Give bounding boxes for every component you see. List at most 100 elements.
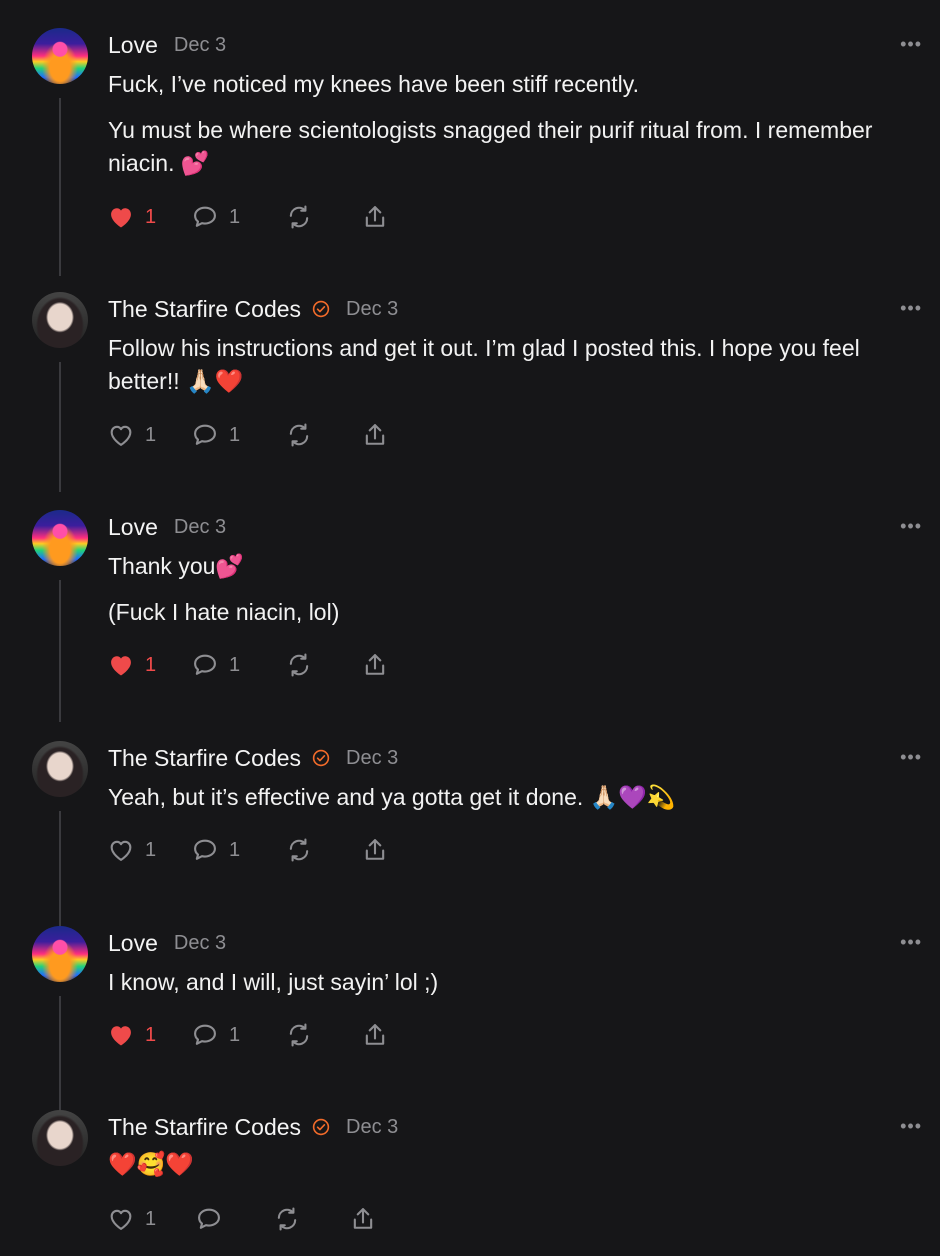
comment-icon <box>194 206 216 227</box>
author-name[interactable]: The Starfire Codes <box>108 1114 301 1141</box>
like-count: 1 <box>145 1207 157 1230</box>
reply-count: 1 <box>229 423 241 446</box>
avatar[interactable] <box>32 741 88 797</box>
comment-header: The Starfire Codes Dec 3 <box>108 1112 398 1142</box>
thread-line <box>59 580 61 722</box>
avatar[interactable] <box>32 1110 88 1166</box>
thread-line <box>59 811 61 939</box>
comment-text: Yeah, but it’s effective and ya gotta ge… <box>108 784 676 810</box>
like-button[interactable]: 1 <box>107 1020 156 1050</box>
reply-button[interactable]: 1 <box>191 420 240 450</box>
comment-date: Dec 3 <box>173 33 227 56</box>
comment-icon <box>198 1208 220 1229</box>
repost-icon <box>289 653 309 677</box>
share-button[interactable] <box>349 1204 377 1234</box>
comment-icon <box>194 1024 216 1045</box>
more-options-icon[interactable]: ••• <box>900 516 922 537</box>
avatar[interactable] <box>32 926 88 982</box>
share-button[interactable] <box>361 1020 389 1050</box>
like-count: 1 <box>145 838 157 861</box>
restack-button[interactable] <box>285 202 313 232</box>
share-button[interactable] <box>361 202 389 232</box>
more-options-icon[interactable]: ••• <box>900 932 922 953</box>
comment-body: Yeah, but it’s effective and ya gotta ge… <box>108 781 930 814</box>
comment-actions: 1 1 <box>107 420 507 450</box>
thread-line <box>59 98 61 276</box>
reply-count: 1 <box>229 838 241 861</box>
reply-button[interactable]: 1 <box>191 202 240 232</box>
like-button[interactable]: 1 <box>107 1204 156 1234</box>
restack-button[interactable] <box>285 420 313 450</box>
reply-button[interactable] <box>195 1204 223 1234</box>
more-options-icon[interactable]: ••• <box>900 747 922 768</box>
reply-button[interactable]: 1 <box>191 835 240 865</box>
like-button[interactable]: 1 <box>107 420 156 450</box>
heart-filled-icon <box>111 656 131 676</box>
author-name[interactable]: Love <box>108 930 158 957</box>
reply-button[interactable]: 1 <box>191 1020 240 1050</box>
avatar[interactable] <box>32 28 88 84</box>
comment-body: Thank you💕 (Fuck I hate niacin, lol) <box>108 550 930 629</box>
author-name[interactable]: The Starfire Codes <box>108 745 301 772</box>
heart-outline-icon <box>110 840 132 861</box>
comment-body: Follow his instructions and get it out. … <box>108 332 930 398</box>
comment-date: Dec 3 <box>346 746 399 769</box>
comment-body: I know, and I will, just sayin’ lol ;) <box>108 966 930 999</box>
share-icon <box>353 1208 373 1229</box>
comment-actions: 1 1 <box>107 650 507 680</box>
comment-text: (Fuck I hate niacin, lol) <box>108 599 340 625</box>
comment-date: Dec 3 <box>173 931 227 954</box>
repost-icon <box>277 1207 297 1231</box>
share-button[interactable] <box>361 650 389 680</box>
author-name[interactable]: Love <box>108 32 158 59</box>
like-count: 1 <box>145 205 157 228</box>
restack-button[interactable] <box>285 650 313 680</box>
comment-text: I know, and I will, just sayin’ lol ;) <box>108 969 439 995</box>
heart-outline-icon <box>110 425 132 446</box>
comment-body: ❤️🥰❤️ <box>108 1148 930 1181</box>
heart-filled-icon <box>111 208 131 228</box>
comment-body: Fuck, I’ve noticed my knees have been st… <box>108 68 930 180</box>
more-options-icon[interactable]: ••• <box>900 298 922 319</box>
restack-button[interactable] <box>285 835 313 865</box>
share-button[interactable] <box>361 835 389 865</box>
comment-thread: Love Dec 3 ••• Fuck, I’ve noticed my kne… <box>0 0 940 1256</box>
share-icon <box>365 654 385 675</box>
comment-actions: 1 1 <box>107 1020 507 1050</box>
comment-date: Dec 3 <box>346 297 399 320</box>
comment-actions: 1 <box>107 1204 507 1234</box>
share-icon <box>365 424 385 445</box>
comment-header: The Starfire Codes Dec 3 <box>108 294 398 324</box>
repost-icon <box>289 205 309 229</box>
like-button[interactable]: 1 <box>107 202 156 232</box>
more-options-icon[interactable]: ••• <box>900 1116 922 1137</box>
repost-icon <box>289 838 309 862</box>
comment-icon <box>194 424 216 445</box>
share-button[interactable] <box>361 420 389 450</box>
like-count: 1 <box>145 653 157 676</box>
comment-date: Dec 3 <box>173 515 227 538</box>
reply-count: 1 <box>229 205 241 228</box>
author-name[interactable]: The Starfire Codes <box>108 296 301 323</box>
share-icon <box>365 1024 385 1045</box>
share-icon <box>365 206 385 227</box>
repost-icon <box>289 1023 309 1047</box>
avatar[interactable] <box>32 292 88 348</box>
more-options-icon[interactable]: ••• <box>900 34 922 55</box>
author-name[interactable]: Love <box>108 514 158 541</box>
comment-header: Love Dec 3 <box>108 30 226 60</box>
thread-line <box>59 362 61 492</box>
comment-icon <box>194 654 216 675</box>
reply-button[interactable]: 1 <box>191 650 240 680</box>
like-button[interactable]: 1 <box>107 650 156 680</box>
like-button[interactable]: 1 <box>107 835 156 865</box>
restack-button[interactable] <box>273 1204 301 1234</box>
restack-button[interactable] <box>285 1020 313 1050</box>
comment-icon <box>194 839 216 860</box>
avatar[interactable] <box>32 510 88 566</box>
comment-date: Dec 3 <box>346 1115 399 1138</box>
repost-icon <box>289 423 309 447</box>
like-count: 1 <box>145 423 157 446</box>
thread-line <box>59 996 61 1124</box>
comment-text: ❤️🥰❤️ <box>108 1151 194 1177</box>
